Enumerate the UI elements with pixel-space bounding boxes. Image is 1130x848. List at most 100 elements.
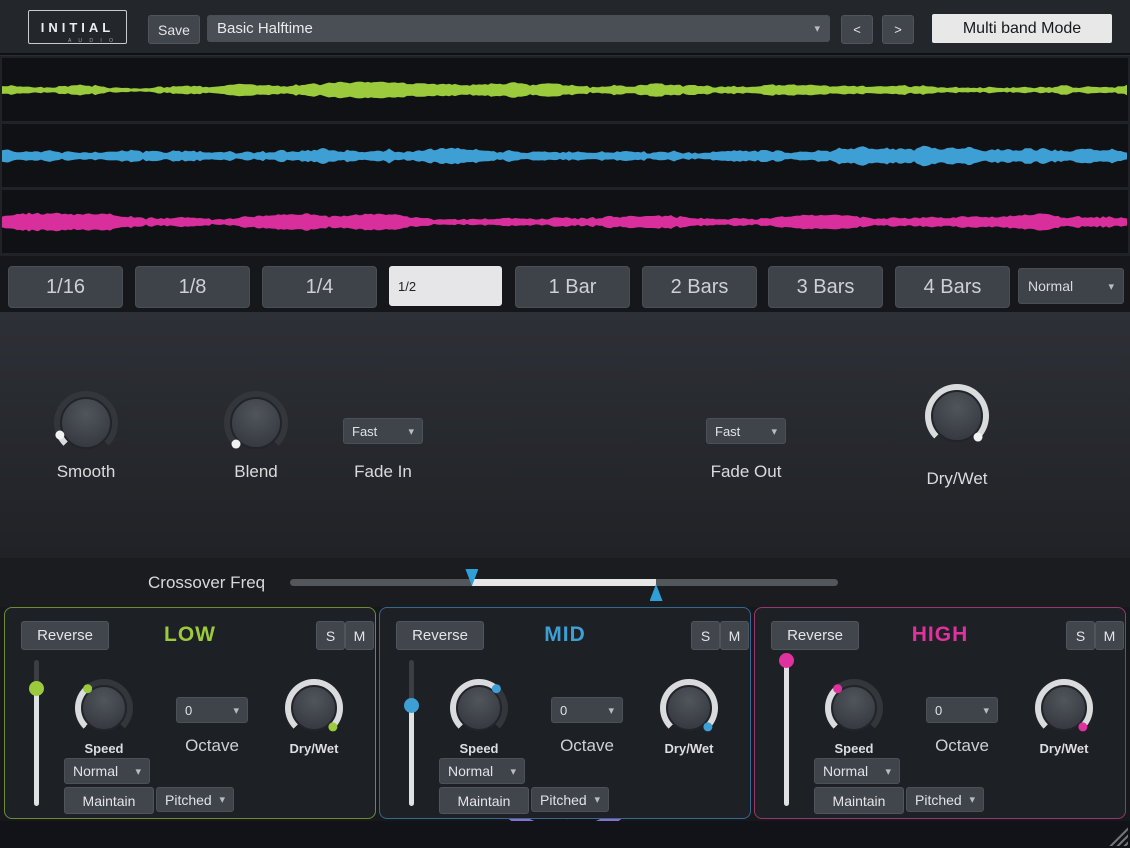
octave-value: 0 (185, 703, 192, 718)
division-1-16[interactable]: 1/16 (8, 266, 123, 308)
playback-mode-value: Normal (1028, 278, 1073, 294)
band-level-slider[interactable] (404, 660, 419, 806)
chevron-down-icon: ▾ (135, 765, 141, 778)
crossover-label: Crossover Freq (148, 573, 265, 593)
fade-out-value: Fast (715, 424, 740, 439)
preset-select[interactable]: Basic Halftime ▾ (207, 15, 830, 42)
pitch-value: Pitched (165, 792, 212, 808)
high-band-panel: Reverse HIGH S M Speed 0 ▾ Octave Dry/We… (754, 607, 1126, 819)
octave-select[interactable]: 0 ▾ (926, 697, 998, 723)
octave-label: Octave (922, 736, 1002, 756)
band-drywet-knob[interactable] (1035, 679, 1093, 737)
low-band-panel: Reverse LOW S M Speed 0 ▾ Octave Dry/Wet… (4, 607, 376, 819)
chevron-down-icon: ▾ (594, 793, 600, 806)
knob-face (60, 397, 112, 449)
preset-prev-button[interactable]: < (841, 15, 873, 44)
slider-track-fill (784, 660, 789, 806)
solo-button[interactable]: S (316, 621, 345, 650)
band-mode-value: Normal (448, 763, 493, 779)
resize-grip-icon[interactable] (1108, 826, 1128, 846)
division-4-bars[interactable]: 4 Bars (895, 266, 1010, 308)
chevron-down-icon: ▾ (983, 704, 989, 717)
mid-band-panel: Reverse MID S M Speed 0 ▾ Octave Dry/Wet… (379, 607, 751, 819)
blend-knob[interactable] (224, 391, 288, 455)
fade-in-label: Fade In (333, 462, 433, 482)
band-mode-select[interactable]: Normal ▾ (814, 758, 900, 784)
band-mode-select[interactable]: Normal ▾ (64, 758, 150, 784)
pitch-select[interactable]: Pitched ▾ (156, 787, 234, 812)
crossover-active-range (472, 579, 656, 586)
pitch-value: Pitched (915, 792, 962, 808)
maintain-button[interactable]: Maintain (64, 787, 154, 814)
octave-value: 0 (560, 703, 567, 718)
chevron-down-icon: ▾ (510, 765, 516, 778)
speed-label: Speed (64, 741, 144, 756)
smooth-knob[interactable] (54, 391, 118, 455)
octave-label: Octave (547, 736, 627, 756)
speed-knob[interactable] (825, 679, 883, 737)
low-waveform (2, 58, 1128, 121)
band-drywet-label: Dry/Wet (649, 741, 729, 756)
division-1-4[interactable]: 1/4 (262, 266, 377, 308)
mute-button[interactable]: M (1095, 621, 1124, 650)
speed-knob[interactable] (75, 679, 133, 737)
chevron-down-icon: ▾ (969, 793, 975, 806)
division-1-8[interactable]: 1/8 (135, 266, 250, 308)
slider-track-fill (34, 688, 39, 806)
smooth-label: Smooth (36, 462, 136, 482)
octave-select[interactable]: 0 ▾ (176, 697, 248, 723)
speed-label: Speed (439, 741, 519, 756)
preset-name: Basic Halftime (217, 20, 313, 37)
band-mode-select[interactable]: Normal ▾ (439, 758, 525, 784)
pitch-value: Pitched (540, 792, 587, 808)
multi-band-mode-button[interactable]: Multi band Mode (932, 14, 1112, 43)
mute-button[interactable]: M (345, 621, 374, 650)
slider-track-fill (409, 705, 414, 806)
division-1-bar[interactable]: 1 Bar (515, 266, 630, 308)
save-button[interactable]: Save (148, 15, 200, 44)
division-2-bars[interactable]: 2 Bars (642, 266, 757, 308)
division-3-bars[interactable]: 3 Bars (768, 266, 883, 308)
fade-out-label: Fade Out (696, 462, 796, 482)
division-1-2[interactable]: 1/2 (389, 266, 502, 306)
fade-in-select[interactable]: Fast ▾ (343, 418, 423, 444)
playback-mode-select[interactable]: Normal ▾ (1018, 268, 1124, 304)
band-level-slider[interactable] (29, 660, 44, 806)
chevron-down-icon: ▾ (1108, 280, 1114, 293)
solo-button[interactable]: S (691, 621, 720, 650)
speed-label: Speed (814, 741, 894, 756)
waveform-display (0, 55, 1130, 257)
band-mode-value: Normal (73, 763, 118, 779)
logo-subtitle: A U D I O (60, 38, 124, 44)
top-bar: INITIAL A U D I O Save Basic Halftime ▾ … (0, 0, 1130, 55)
chevron-down-icon: ▾ (608, 704, 614, 717)
division-row: 1/16 1/8 1/4 1/2 1 Bar 2 Bars 3 Bars 4 B… (0, 256, 1130, 312)
chevron-down-icon: ▾ (885, 765, 891, 778)
main-drywet-knob[interactable] (925, 384, 989, 448)
chevron-down-icon: ▾ (219, 793, 225, 806)
band-drywet-knob[interactable] (285, 679, 343, 737)
band-level-slider[interactable] (779, 660, 794, 806)
pitch-select[interactable]: Pitched ▾ (531, 787, 609, 812)
fade-out-select[interactable]: Fast ▾ (706, 418, 786, 444)
solo-button[interactable]: S (1066, 621, 1095, 650)
band-drywet-label: Dry/Wet (274, 741, 354, 756)
octave-label: Octave (172, 736, 252, 756)
band-drywet-label: Dry/Wet (1024, 741, 1104, 756)
chevron-down-icon: ▾ (814, 22, 820, 35)
blend-label: Blend (206, 462, 306, 482)
mute-button[interactable]: M (720, 621, 749, 650)
maintain-button[interactable]: Maintain (439, 787, 529, 814)
pitch-select[interactable]: Pitched ▾ (906, 787, 984, 812)
slider-handle[interactable] (779, 653, 794, 668)
octave-value: 0 (935, 703, 942, 718)
speed-knob[interactable] (450, 679, 508, 737)
octave-select[interactable]: 0 ▾ (551, 697, 623, 723)
preset-next-button[interactable]: > (882, 15, 914, 44)
chevron-down-icon: ▾ (771, 425, 777, 438)
mid-waveform (2, 124, 1128, 187)
maintain-button[interactable]: Maintain (814, 787, 904, 814)
slider-handle[interactable] (29, 681, 44, 696)
slider-handle[interactable] (404, 698, 419, 713)
band-drywet-knob[interactable] (660, 679, 718, 737)
